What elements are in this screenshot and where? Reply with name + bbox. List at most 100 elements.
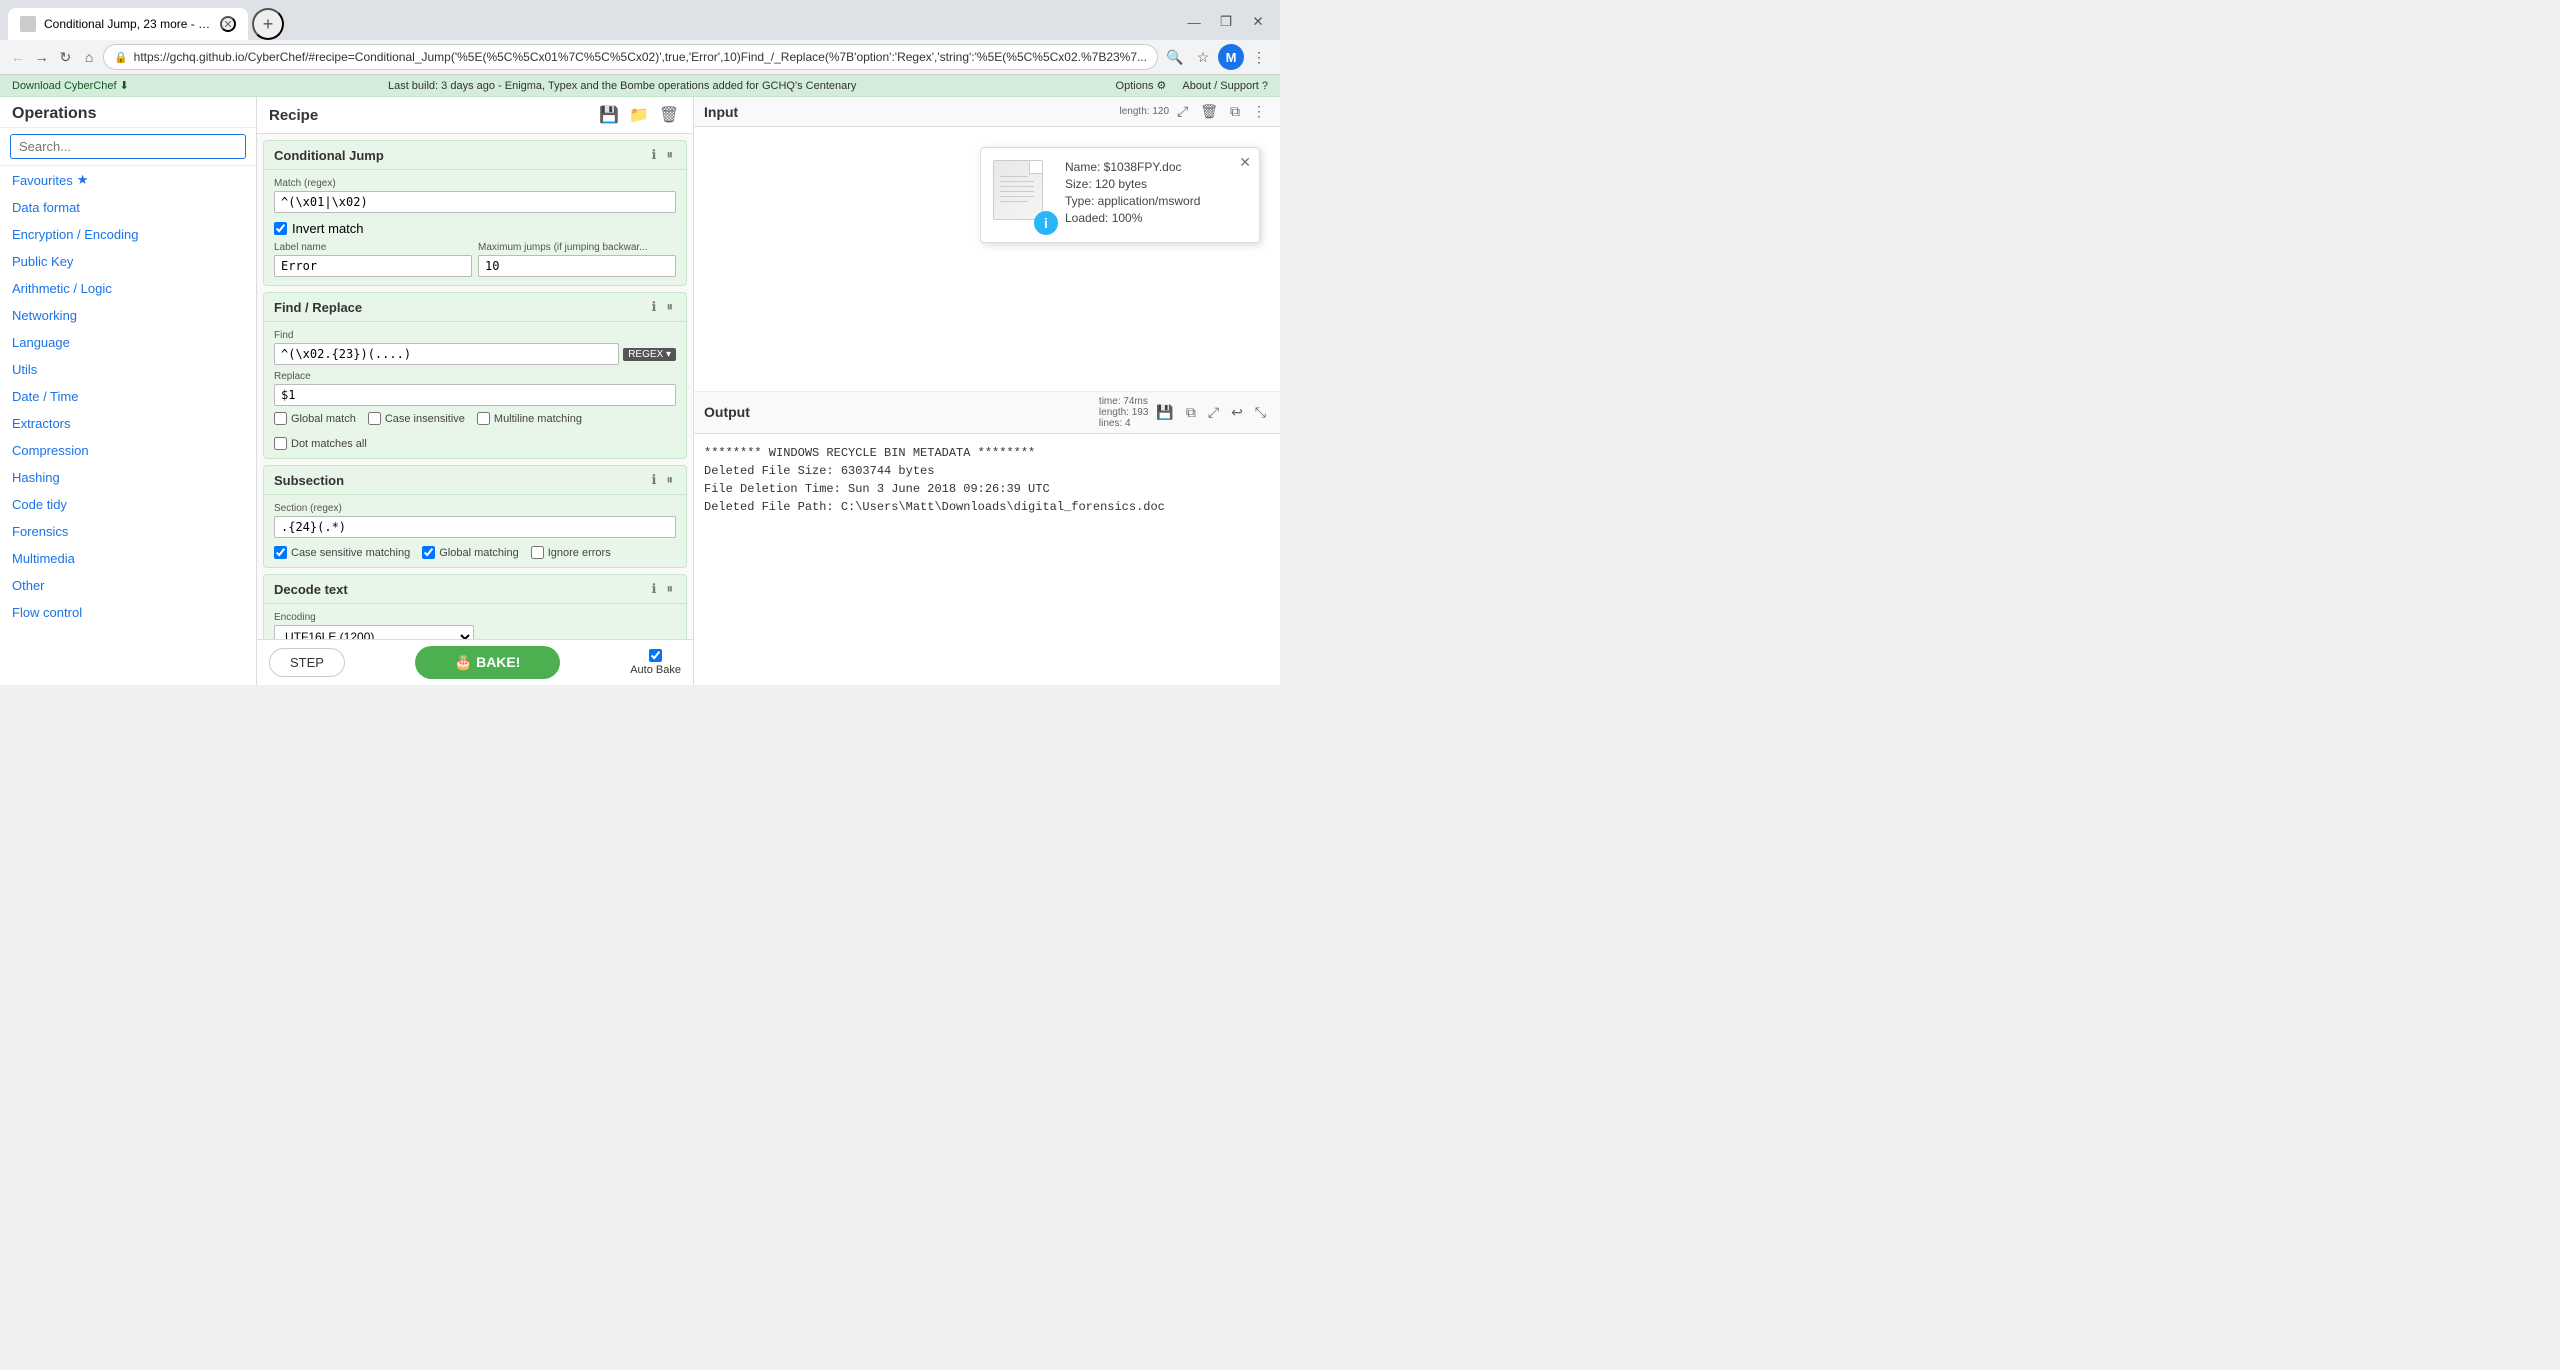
sidebar-item-flow-control[interactable]: Flow control	[0, 599, 256, 626]
sidebar-item-public-key-label: Public Key	[12, 254, 73, 269]
sidebar-item-other[interactable]: Other	[0, 572, 256, 599]
input-header: Input length: 120 ⤢ 🗑 ⧉ ⋮	[694, 97, 1280, 127]
encoding-select[interactable]: UTF16LE (1200)	[274, 625, 474, 639]
match-input[interactable]	[274, 191, 676, 213]
file-size: Size: 120 bytes	[1065, 177, 1200, 191]
input-content: i Name: $1038FPY.doc Size: 120 bytes Typ…	[694, 127, 1280, 391]
section-input[interactable]	[274, 516, 676, 538]
ignore-errors-checkbox[interactable]: Ignore errors	[531, 546, 611, 559]
sidebar-item-forensics[interactable]: Forensics	[0, 518, 256, 545]
input-menu-button[interactable]: ⋮	[1248, 101, 1270, 122]
maximize-button[interactable]: ❐	[1212, 8, 1240, 36]
load-recipe-button[interactable]: 📁	[627, 103, 651, 127]
sidebar-item-extractors[interactable]: Extractors	[0, 410, 256, 437]
reload-button[interactable]: ↻	[55, 44, 75, 70]
find-replace-1-header: Find / Replace ℹ ⏸	[264, 293, 686, 322]
auto-bake-checkbox[interactable]	[649, 649, 662, 662]
conditional-jump-pause-button[interactable]: ⏸	[664, 146, 677, 164]
bookmark-icon[interactable]: ☆	[1190, 44, 1216, 70]
decode-text-info-button[interactable]: ℹ	[649, 580, 660, 598]
forward-button[interactable]: →	[32, 44, 52, 70]
search-icon[interactable]: 🔍	[1162, 44, 1188, 70]
close-button[interactable]: ✕	[1244, 8, 1272, 36]
minimize-button[interactable]: —	[1180, 8, 1208, 36]
bake-bar: STEP 🎂 BAKE! Auto Bake	[257, 639, 693, 685]
sidebar-item-other-label: Other	[12, 578, 45, 593]
menu-icon[interactable]: ⋮	[1246, 44, 1272, 70]
popup-close-button[interactable]: ✕	[1239, 154, 1251, 171]
lock-icon: 🔒	[114, 51, 128, 64]
back-button[interactable]: ←	[8, 44, 28, 70]
input-length: length: 120	[1120, 106, 1170, 117]
regex-1-badge[interactable]: REGEX ▾	[623, 348, 676, 361]
sidebar-item-language[interactable]: Language	[0, 329, 256, 356]
decode-text-pause-button[interactable]: ⏸	[664, 580, 677, 598]
sidebar-item-utils[interactable]: Utils	[0, 356, 256, 383]
conditional-jump-actions: ℹ ⏸	[649, 146, 676, 164]
sidebar-item-data-format[interactable]: Data format	[0, 194, 256, 221]
sidebar-item-encryption[interactable]: Encryption / Encoding	[0, 221, 256, 248]
sidebar-item-public-key[interactable]: Public Key	[0, 248, 256, 275]
about-support-button[interactable]: About / Support ?	[1182, 79, 1268, 92]
auto-bake-label: Auto Bake	[630, 664, 681, 676]
bake-button[interactable]: 🎂 BAKE!	[415, 646, 561, 679]
sidebar-item-compression[interactable]: Compression	[0, 437, 256, 464]
sidebar-item-language-label: Language	[12, 335, 70, 350]
case-sensitive-checkbox[interactable]: Case sensitive matching	[274, 546, 410, 559]
input-copy-button[interactable]: ⧉	[1226, 101, 1244, 122]
sidebar-item-multimedia[interactable]: Multimedia	[0, 545, 256, 572]
sidebar-item-arithmetic[interactable]: Arithmetic / Logic	[0, 275, 256, 302]
address-bar[interactable]: 🔒 https://gchq.github.io/CyberChef/#reci…	[103, 44, 1158, 70]
invert-match-checkbox[interactable]	[274, 222, 287, 235]
new-tab-button[interactable]: +	[252, 8, 284, 40]
global-matching-checkbox[interactable]: Global matching	[422, 546, 519, 559]
max-jumps-input[interactable]	[478, 255, 676, 277]
global-match-1-checkbox[interactable]: Global match	[274, 412, 356, 425]
download-link[interactable]: Download CyberChef ⬇	[12, 80, 129, 92]
output-maximize-button[interactable]: ⤡	[1251, 402, 1270, 423]
output-header-actions: time: 74ms length: 193 lines: 4 💾 ⧉ ⤢ ↩ …	[1099, 396, 1270, 429]
tab-title: Conditional Jump, 23 more - CyberChef	[44, 17, 212, 31]
options-button[interactable]: Options ⚙	[1116, 79, 1167, 92]
sidebar-item-hashing[interactable]: Hashing	[0, 464, 256, 491]
sidebar-item-favourites[interactable]: Favourites ★	[0, 166, 256, 194]
case-insensitive-1-checkbox[interactable]: Case insensitive	[368, 412, 465, 425]
subsection-info-button[interactable]: ℹ	[649, 471, 660, 489]
step-button[interactable]: STEP	[269, 648, 345, 677]
sidebar-item-forensics-label: Forensics	[12, 524, 68, 539]
multiline-1-checkbox[interactable]: Multiline matching	[477, 412, 582, 425]
home-button[interactable]: ⌂	[79, 44, 99, 70]
profile-button[interactable]: M	[1218, 44, 1244, 70]
find-replace-1-pause-button[interactable]: ⏸	[664, 298, 677, 316]
output-content: ******** WINDOWS RECYCLE BIN METADATA **…	[694, 434, 1280, 686]
conditional-jump-header: Conditional Jump ℹ ⏸	[264, 141, 686, 170]
conditional-jump-title: Conditional Jump	[274, 148, 384, 163]
output-save-button[interactable]: 💾	[1152, 402, 1177, 423]
input-trash-button[interactable]: 🗑	[1196, 101, 1222, 122]
sidebar-item-date-time[interactable]: Date / Time	[0, 383, 256, 410]
subsection-pause-button[interactable]: ⏸	[664, 471, 677, 489]
tab-favicon	[20, 16, 36, 32]
input-maximize-button[interactable]: ⤢	[1173, 101, 1192, 122]
sidebar-item-networking[interactable]: Networking	[0, 302, 256, 329]
decode-text-title: Decode text	[274, 582, 348, 597]
replace-1-input[interactable]	[274, 384, 676, 406]
tab-close-button[interactable]: ✕	[220, 16, 236, 32]
clear-recipe-button[interactable]: 🗑	[657, 103, 681, 127]
auto-bake-container: Auto Bake	[630, 649, 681, 676]
save-recipe-button[interactable]: 💾	[597, 103, 621, 127]
find-1-input[interactable]	[274, 343, 619, 365]
search-input[interactable]	[10, 134, 246, 159]
sidebar-item-code-tidy[interactable]: Code tidy	[0, 491, 256, 518]
dot-matches-1-checkbox[interactable]: Dot matches all	[274, 437, 367, 450]
label-name-input[interactable]	[274, 255, 472, 277]
output-copy-button[interactable]: ⧉	[1182, 402, 1200, 423]
match-label: Match (regex)	[274, 178, 676, 189]
output-restore-button[interactable]: ⤢	[1204, 402, 1223, 423]
find-replace-1-info-button[interactable]: ℹ	[649, 298, 660, 316]
output-undo-button[interactable]: ↩	[1227, 402, 1247, 423]
recipe-title: Recipe	[269, 107, 318, 124]
conditional-jump-info-button[interactable]: ℹ	[649, 146, 660, 164]
output-meta: time: 74ms length: 193 lines: 4	[1099, 396, 1149, 429]
browser-tab[interactable]: Conditional Jump, 23 more - CyberChef ✕	[8, 8, 248, 40]
